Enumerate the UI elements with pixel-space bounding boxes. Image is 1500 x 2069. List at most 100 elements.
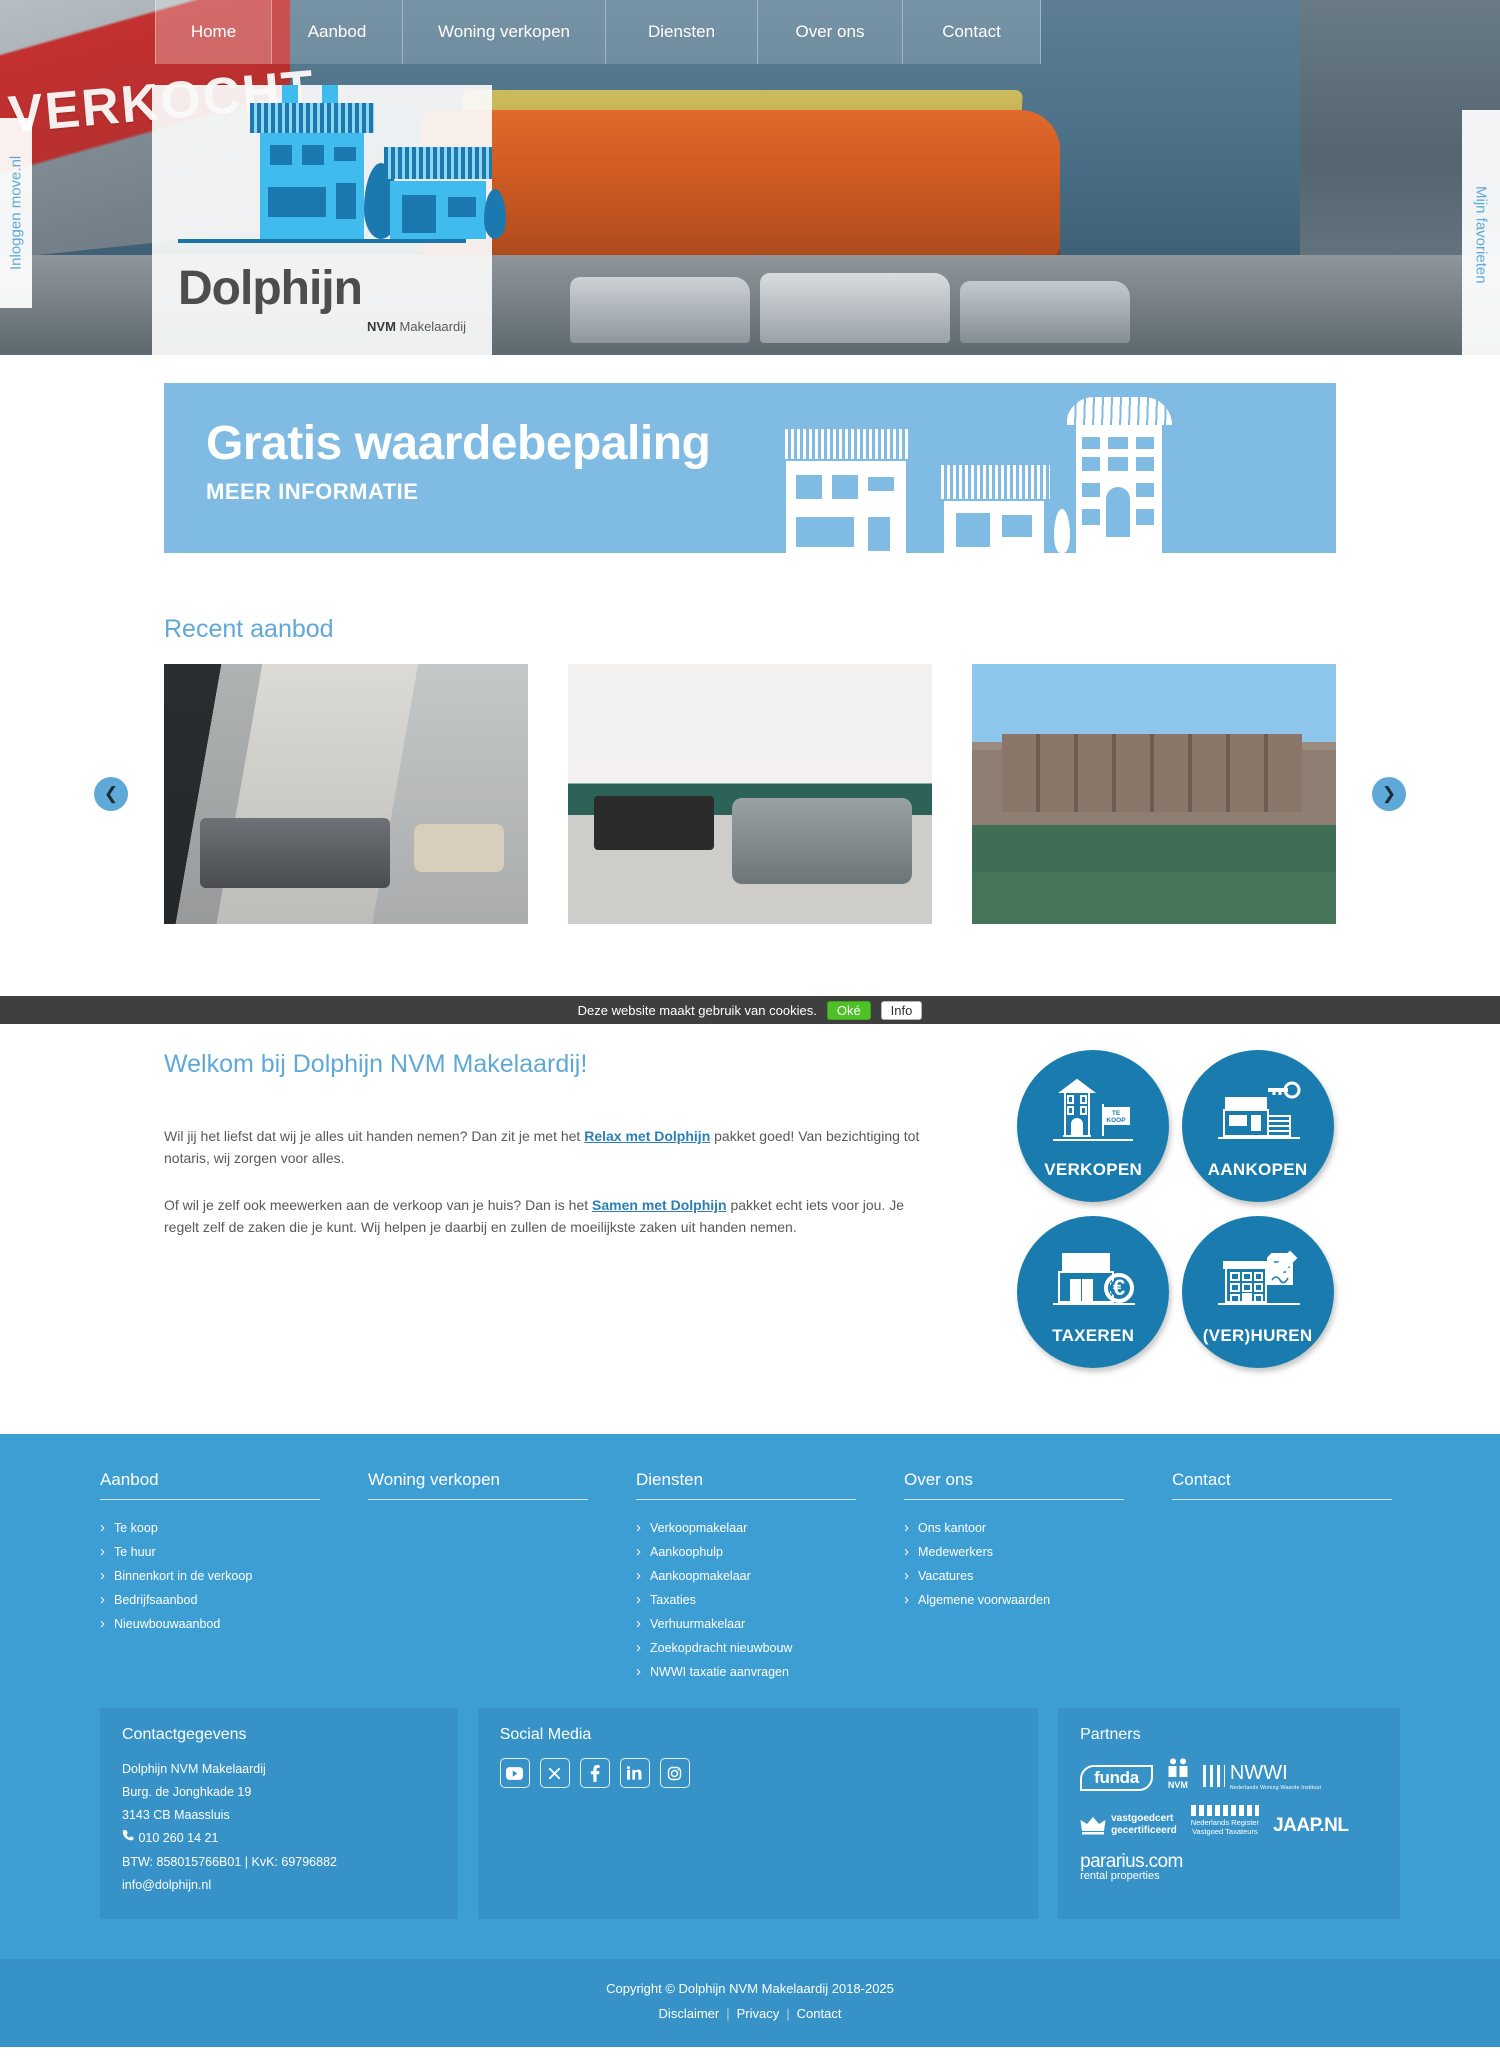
footer-column-woning-verkopen: Woning verkopen	[368, 1470, 588, 1684]
nav-item-woning-verkopen[interactable]: Woning verkopen	[403, 0, 606, 64]
footer-link-aankoophulp[interactable]: Aankoophulp	[636, 1540, 856, 1564]
footer-link-te-koop[interactable]: Te koop	[100, 1516, 320, 1540]
copyright-text: Copyright © Dolphijn NVM Makelaardij 201…	[606, 1980, 894, 1996]
copyright-bar: Copyright © Dolphijn NVM Makelaardij 201…	[0, 1958, 1500, 2047]
relax-met-dolphijn-link[interactable]: Relax met Dolphijn	[584, 1128, 710, 1144]
instagram-icon[interactable]	[659, 1758, 690, 1788]
partner-logo-row: funda NVM NWWI Nederlands Woning Waarde …	[1080, 1758, 1378, 1882]
crown-icon	[1080, 1816, 1106, 1835]
badge-verhuren[interactable]: (VER)HUREN	[1181, 1216, 1334, 1368]
nav-item-diensten[interactable]: Diensten	[606, 0, 758, 64]
hero-banner: VERKOCHT Home Aanbod Woning verkopen Die…	[0, 0, 1500, 355]
nav-item-aanbod[interactable]: Aanbod	[272, 0, 403, 64]
link-separator: |	[786, 2005, 790, 2021]
nav-item-contact[interactable]: Contact	[903, 0, 1041, 64]
footer-link-nieuwbouwaanbod[interactable]: Nieuwbouwaanbod	[100, 1612, 320, 1636]
listing-card[interactable]	[164, 664, 528, 924]
hero-boat	[420, 110, 1060, 270]
nwwi-logo-tagline: Nederlands Woning Waarde Instituut	[1229, 1784, 1322, 1791]
partner-logo-jaap[interactable]: JAAP.NL	[1273, 1814, 1349, 1837]
badge-label: VERKOPEN	[1044, 1160, 1143, 1179]
footer-link-zoekopdracht-nieuwbouw[interactable]: Zoekopdracht nieuwbouw	[636, 1636, 856, 1660]
nav-item-home[interactable]: Home	[155, 0, 272, 64]
phone-icon	[122, 1830, 138, 1845]
contact-company: Dolphijn NVM Makelaardij	[122, 1762, 266, 1776]
nav-item-over-ons[interactable]: Over ons	[758, 0, 903, 64]
footer-link-disclaimer[interactable]: Disclaimer	[659, 2006, 720, 2021]
footer-link-nwwi-taxatie-aanvragen[interactable]: NWWI taxatie aanvragen	[636, 1660, 856, 1684]
contact-details-panel: Contactgegevens Dolphijn NVM Makelaardij…	[100, 1708, 458, 1919]
footer-link-vacatures[interactable]: Vacatures	[904, 1564, 1124, 1588]
listing-card[interactable]	[972, 664, 1336, 924]
site-footer: Aanbod Te koop Te huur Binnenkort in de …	[0, 1434, 1500, 1959]
listing-card[interactable]	[568, 664, 932, 924]
welcome-paragraph-2: Of wil je zelf ook meewerken aan de verk…	[164, 1194, 927, 1239]
badge-label: AANKOPEN	[1207, 1160, 1308, 1179]
facebook-icon[interactable]	[579, 1758, 610, 1788]
welcome-text-column: Welkom bij Dolphijn NVM Makelaardij! Wil…	[164, 1050, 927, 1368]
x-twitter-icon[interactable]	[539, 1758, 570, 1788]
contact-email[interactable]: info@dolphijn.nl	[122, 1874, 436, 1897]
cookie-info-button[interactable]: Info	[880, 1000, 923, 1020]
footer-link-te-huur[interactable]: Te huur	[100, 1540, 320, 1564]
nrvt-line1: Nederlands Register	[1190, 1817, 1260, 1827]
service-badges: TE KOOP VERKOPEN AANKOPEN € TAXEREN (VER…	[1017, 1050, 1336, 1368]
badge-taxeren[interactable]: € TAXEREN	[1017, 1216, 1170, 1368]
contact-phone-row[interactable]: 010 260 14 21	[122, 1827, 436, 1850]
pararius-line1: pararius.com	[1080, 1850, 1183, 1872]
cookie-accept-button[interactable]: Oké	[826, 1000, 871, 1020]
footer-link-privacy[interactable]: Privacy	[737, 2006, 780, 2021]
partner-logo-nwwi[interactable]: NWWI Nederlands Woning Waarde Instituut	[1202, 1762, 1322, 1791]
footer-link-verkoopmakelaar[interactable]: Verkoopmakelaar	[636, 1516, 856, 1540]
chevron-right-icon[interactable]: ❯	[1372, 777, 1406, 811]
welcome-section: Welkom bij Dolphijn NVM Makelaardij! Wil…	[164, 1024, 1336, 1434]
social-panel-title: Social Media	[499, 1726, 592, 1743]
recent-listings-section: Recent aanbod ❮ ❯	[94, 553, 1406, 924]
nvm-logo-text: NVM	[1167, 1779, 1188, 1790]
social-media-panel: Social Media	[477, 1708, 1039, 1919]
footer-link-ons-kantoor[interactable]: Ons kantoor	[904, 1516, 1124, 1540]
footer-link-contact[interactable]: Contact	[797, 2006, 842, 2021]
jaap-logo-text: JAAP.NL	[1273, 1814, 1349, 1836]
footer-link-binnenkort-in-de-verkoop[interactable]: Binnenkort in de verkoop	[100, 1564, 320, 1588]
footer-link-medewerkers[interactable]: Medewerkers	[904, 1540, 1124, 1564]
partner-logo-vastgoedcert[interactable]: vastgoedcert gecertificeerd	[1080, 1813, 1177, 1837]
footer-link-bedrijfsaanbod[interactable]: Bedrijfsaanbod	[100, 1588, 320, 1612]
partner-logo-funda[interactable]: funda	[1080, 1764, 1153, 1791]
footer-column-diensten: Diensten Verkoopmakelaar Aankoophulp Aan…	[636, 1470, 856, 1684]
houses-logo-icon	[178, 85, 506, 259]
footer-link-aankoopmakelaar[interactable]: Aankoopmakelaar	[636, 1564, 856, 1588]
promo-banner[interactable]: Gratis waardebepaling MEER INFORMATIE	[164, 383, 1336, 553]
footer-link-verhuurmakelaar[interactable]: Verhuurmakelaar	[636, 1612, 856, 1636]
youtube-icon[interactable]	[499, 1758, 530, 1788]
copyright-links: Disclaimer | Privacy | Contact	[0, 2006, 1500, 2021]
social-icon-list	[499, 1758, 1016, 1788]
footer-link-algemene-voorwaarden[interactable]: Algemene voorwaarden	[904, 1588, 1124, 1612]
house-with-euro-icon: €	[1053, 1253, 1136, 1305]
partner-logo-pararius[interactable]: pararius.com rental properties	[1080, 1851, 1183, 1882]
chevron-left-icon[interactable]: ❮	[94, 777, 128, 811]
footer-inner: Aanbod Te koop Te huur Binnenkort in de …	[60, 1470, 1440, 1959]
contact-tax-numbers: BTW: 858015766B01 | KvK: 69796882	[122, 1854, 337, 1869]
login-move-tab[interactable]: Inloggen move.nl	[0, 118, 32, 308]
footer-link-taxaties[interactable]: Taxaties	[636, 1588, 856, 1612]
site-logo[interactable]: Dolphijn NVM Makelaardij	[152, 85, 506, 355]
favorites-tab[interactable]: Mijn favorieten	[1462, 110, 1500, 355]
samen-met-dolphijn-link[interactable]: Samen met Dolphijn	[592, 1197, 727, 1213]
badge-aankopen[interactable]: AANKOPEN	[1181, 1050, 1334, 1202]
recent-listings-title: Recent aanbod	[164, 615, 334, 643]
welcome-p1-before: Wil jij het liefst dat wij je alles uit …	[164, 1128, 585, 1144]
banner-houses-illustration	[782, 397, 1216, 553]
linkedin-icon[interactable]	[619, 1758, 650, 1788]
footer-panels: Contactgegevens Dolphijn NVM Makelaardij…	[60, 1684, 1440, 1959]
badge-verkopen[interactable]: TE KOOP VERKOPEN	[1017, 1050, 1170, 1202]
badge-label: (VER)HUREN	[1202, 1326, 1313, 1345]
contact-phone: 010 260 14 21	[138, 1831, 219, 1846]
partner-logo-nvm[interactable]: NVM	[1167, 1758, 1189, 1791]
partner-logo-nrvt[interactable]: Nederlands Register Vastgoed Taxateurs	[1190, 1804, 1260, 1837]
logo-tagline-bold: NVM	[367, 319, 396, 334]
contact-street: Burg. de Jonghkade 19	[122, 1785, 252, 1800]
house-with-key-icon	[1217, 1081, 1301, 1139]
logo-tagline: NVM Makelaardij	[178, 319, 466, 334]
footer-column-title: Woning verkopen	[368, 1470, 588, 1500]
